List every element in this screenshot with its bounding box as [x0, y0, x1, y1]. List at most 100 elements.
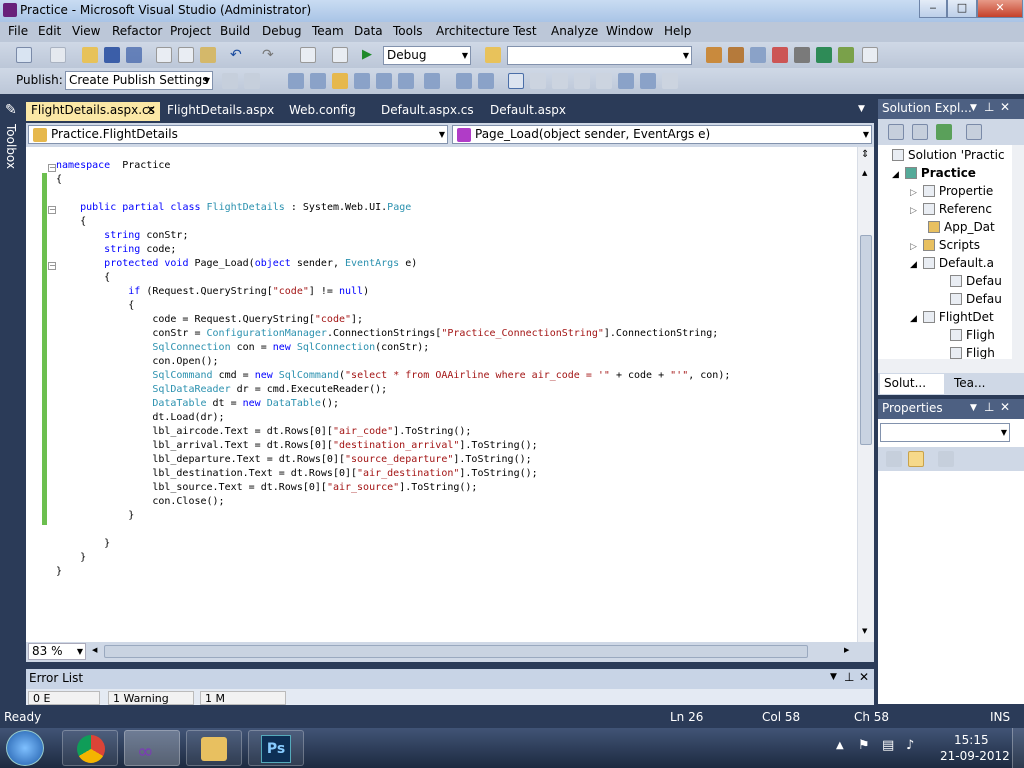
scroll-left-icon[interactable]: ◀	[92, 646, 97, 654]
code-line[interactable]: SqlDataReader dr = cmd.ExecuteReader();	[56, 383, 730, 397]
property-pages-icon[interactable]	[938, 451, 954, 467]
code-line[interactable]: SqlCommand cmd = new SqlCommand("select …	[56, 369, 730, 383]
code-line[interactable]: }	[56, 537, 730, 551]
panel-menu-icon[interactable]: ▼	[830, 672, 837, 682]
undo-icon[interactable]: ↶	[230, 47, 246, 63]
menu-edit[interactable]: Edit	[38, 24, 61, 38]
comment-icon[interactable]	[456, 73, 472, 89]
object-selector-dropdown[interactable]: ▼	[880, 423, 1010, 442]
tab-solution-explorer[interactable]: Solut...	[880, 374, 944, 394]
toolbox-strip[interactable]: ✎ Toolbox	[0, 98, 24, 704]
command-window-icon[interactable]	[862, 47, 878, 63]
clear-bookmarks-icon[interactable]	[662, 73, 678, 89]
tree-item-flightdetails-aspx[interactable]: ◢ FlightDet	[910, 310, 994, 324]
save-icon[interactable]	[104, 47, 120, 63]
solution-horizontal-scrollbar[interactable]	[878, 359, 1012, 373]
tree-item-default-designer[interactable]: Defau	[950, 292, 1002, 306]
solution-explorer-icon[interactable]	[706, 47, 722, 63]
close-icon[interactable]: ✕	[1000, 400, 1010, 414]
vertical-scrollbar[interactable]: ⇕ ▲ ▼	[857, 147, 874, 642]
menu-file[interactable]: File	[8, 24, 28, 38]
paste-icon[interactable]	[200, 47, 216, 63]
html-view-icon[interactable]	[288, 73, 304, 89]
code-line[interactable]: protected void Page_Load(object sender, …	[56, 257, 730, 271]
decrease-indent-icon[interactable]	[424, 73, 440, 89]
tree-item-references[interactable]: ▷ Referenc	[910, 202, 992, 216]
code-text[interactable]: namespace Practice{ public partial class…	[56, 159, 730, 579]
redo-icon[interactable]: ↷	[262, 47, 278, 63]
view-code-icon[interactable]	[966, 124, 982, 140]
code-line[interactable]: {	[56, 215, 730, 229]
publish-profile-dropdown[interactable]: Create Publish Settings ▼	[65, 71, 213, 90]
code-line[interactable]: {	[56, 271, 730, 285]
tree-item-flight-designer[interactable]: Fligh	[950, 346, 995, 360]
type-dropdown[interactable]: Practice.FlightDetails ▼	[28, 125, 448, 144]
tools-taskbar-icon[interactable]	[186, 730, 242, 766]
complete-word-icon[interactable]	[398, 73, 414, 89]
scroll-right-icon[interactable]: ▶	[844, 646, 849, 654]
chrome-taskbar-icon[interactable]	[62, 730, 118, 766]
quick-info-icon[interactable]	[376, 73, 392, 89]
code-line[interactable]: string code;	[56, 243, 730, 257]
publish-settings-icon[interactable]	[244, 73, 260, 89]
close-icon[interactable]: ✕	[859, 670, 869, 684]
close-icon[interactable]: ✕	[1000, 100, 1010, 114]
expand-arrow-icon[interactable]: ▷	[910, 242, 917, 252]
tree-item-solution[interactable]: Solution 'Practic	[892, 148, 1005, 162]
clock-time[interactable]: 15:15	[954, 733, 989, 747]
start-button-icon[interactable]	[6, 730, 44, 766]
volume-icon[interactable]: ♪	[906, 738, 914, 753]
code-line[interactable]: }	[56, 565, 730, 579]
code-line[interactable]: lbl_arrival.Text = dt.Rows[0]["destinati…	[56, 439, 730, 453]
code-line[interactable]: code = Request.QueryString["code"];	[56, 313, 730, 327]
member-dropdown[interactable]: Page_Load(object sender, EventArgs e) ▼	[452, 125, 872, 144]
prev-bookmark-folder-icon[interactable]	[574, 73, 590, 89]
vertical-scroll-thumb[interactable]	[860, 235, 872, 445]
navigate-backward-icon[interactable]	[300, 47, 316, 63]
uncomment-icon[interactable]	[478, 73, 494, 89]
warnings-filter-button[interactable]: 1 Warning	[108, 691, 194, 705]
bookmark-icon[interactable]	[508, 73, 524, 89]
tab-flightdetails-aspx[interactable]: FlightDetails.aspx	[162, 102, 279, 121]
code-line[interactable]: lbl_source.Text = dt.Rows[0]["air_source…	[56, 481, 730, 495]
alphabetical-icon[interactable]	[908, 451, 924, 467]
menu-tools[interactable]: Tools	[393, 24, 423, 38]
properties-icon[interactable]	[888, 124, 904, 140]
menu-refactor[interactable]: Refactor	[112, 24, 162, 38]
tree-item-default-cs[interactable]: Defau	[950, 274, 1002, 288]
code-line[interactable]: SqlConnection con = new SqlConnection(co…	[56, 341, 730, 355]
menu-view[interactable]: View	[72, 24, 100, 38]
code-line[interactable]: public partial class FlightDetails : Sys…	[56, 201, 730, 215]
find-combo[interactable]: ▼	[507, 46, 692, 65]
maximize-button[interactable]: □	[947, 0, 977, 18]
open-file-icon[interactable]	[82, 47, 98, 63]
navigate-forward-icon[interactable]	[332, 47, 348, 63]
pin-icon[interactable]: ⊥	[844, 670, 854, 684]
panel-menu-icon[interactable]: ▼	[970, 103, 977, 113]
code-line[interactable]: dt.Load(dr);	[56, 411, 730, 425]
refresh-icon[interactable]	[936, 124, 952, 140]
code-line[interactable]: lbl_departure.Text = dt.Rows[0]["source_…	[56, 453, 730, 467]
menu-test[interactable]: Test	[513, 24, 537, 38]
code-line[interactable]: string conStr;	[56, 229, 730, 243]
solution-vertical-scrollbar[interactable]	[1012, 145, 1024, 373]
show-desktop-button[interactable]	[1012, 728, 1024, 768]
code-line[interactable]: {	[56, 173, 730, 187]
tree-item-properties[interactable]: ▷ Propertie	[910, 184, 993, 198]
properties-window-icon[interactable]	[728, 47, 744, 63]
tree-item-flight-cs[interactable]: Fligh	[950, 328, 995, 342]
panel-menu-icon[interactable]: ▼	[970, 403, 977, 413]
solution-config-dropdown[interactable]: Debug ▼	[383, 46, 471, 65]
menu-help[interactable]: Help	[664, 24, 691, 38]
collapse-method-icon[interactable]: −	[48, 262, 56, 270]
network-icon[interactable]: ▤	[882, 738, 894, 753]
code-line[interactable]: }	[56, 551, 730, 565]
menu-debug[interactable]: Debug	[262, 24, 301, 38]
tab-list-dropdown-icon[interactable]: ▼	[858, 104, 865, 114]
categorized-icon[interactable]	[886, 451, 902, 467]
pin-icon[interactable]: ⊥	[984, 100, 994, 114]
collapse-class-icon[interactable]: −	[48, 206, 56, 214]
team-explorer-icon[interactable]	[838, 47, 854, 63]
code-line[interactable]	[56, 187, 730, 201]
code-line[interactable]: conStr = ConfigurationManager.Connection…	[56, 327, 730, 341]
